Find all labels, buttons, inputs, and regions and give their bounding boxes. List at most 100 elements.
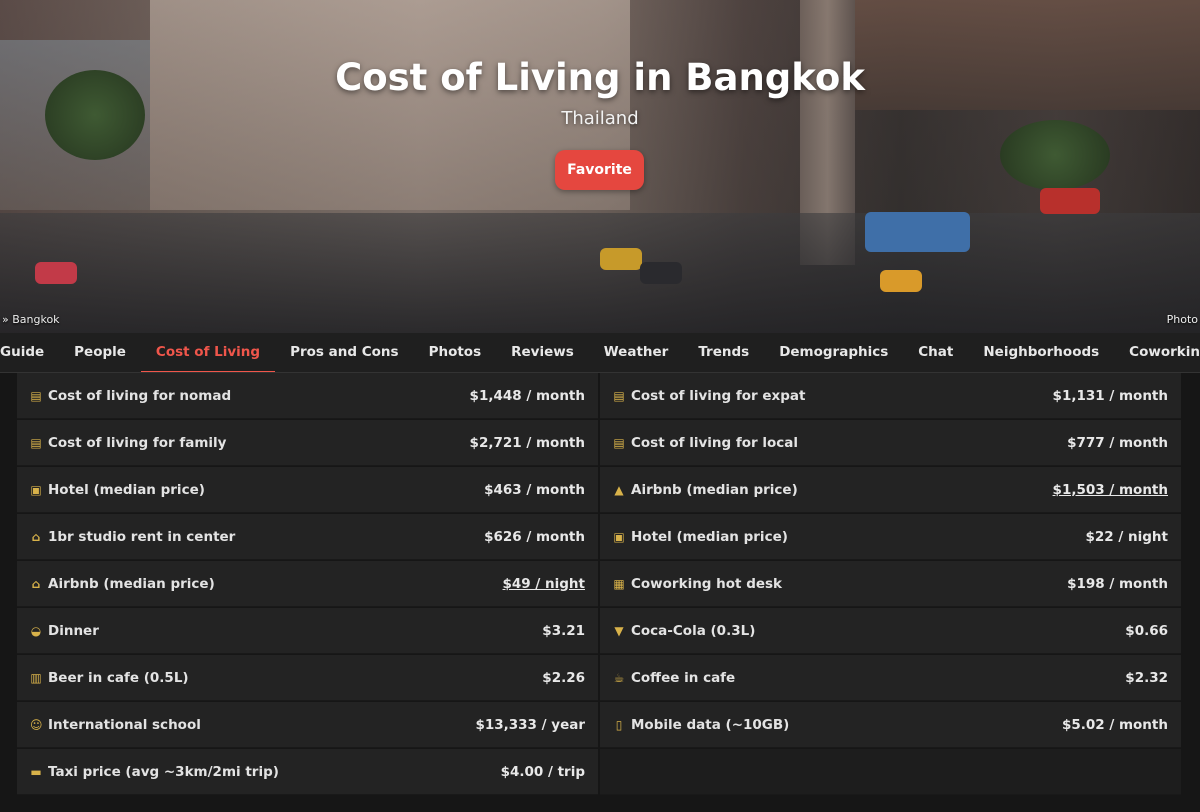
tab-weather[interactable]: Weather (589, 333, 684, 372)
cost-of-living-table: ▤ Cost of living for nomad $1,448 / month ▤… (17, 373, 1181, 796)
table-row: ▤ Cost of living for nomad $1,448 / month ▤… (17, 373, 1181, 420)
photo-location-caption[interactable]: » Bangkok (2, 313, 60, 326)
dinner-icon: ◒ (30, 623, 42, 638)
phone-icon: ▯ (615, 717, 623, 732)
table-row: ▤ Cost of living for family $2,721 / month… (17, 420, 1181, 467)
money-icon: ▤ (30, 388, 42, 403)
photo-credit-caption[interactable]: Photo (1167, 313, 1198, 326)
cost-label-text: Coffee in cafe (631, 669, 736, 686)
cost-label-text: Hotel (median price) (631, 528, 788, 545)
cost-label: ▯ Mobile data (~10GB) (613, 716, 790, 733)
tab-chat[interactable]: Chat (903, 333, 968, 372)
cost-row: ▯ Mobile data (~10GB) $5.02 / month (600, 702, 1181, 748)
hero-photo-road (0, 213, 1200, 333)
cost-row: ▤ Cost of living for family $2,721 / month (17, 420, 598, 466)
cost-label-text: Cost of living for family (48, 434, 227, 451)
tab-pros-and-cons[interactable]: Pros and Cons (275, 333, 413, 372)
cost-label: ▣ Hotel (median price) (30, 482, 205, 498)
cost-value[interactable]: $1,503 / month (1053, 482, 1168, 498)
tab-trends[interactable]: Trends (683, 333, 764, 372)
cost-row: ⌂ Airbnb (median price) $49 / night (17, 561, 598, 607)
tab-guide[interactable]: Guide (0, 333, 59, 372)
table-row: ⌂ 1br studio rent in center $626 / month ▣ H… (17, 514, 1181, 561)
cost-label-text: Coworking hot desk (631, 575, 783, 592)
hero-photo-car (880, 270, 922, 292)
cost-row: ▤ Cost of living for nomad $1,448 / month (17, 373, 598, 419)
cost-label: ☺ International school (30, 717, 201, 733)
cost-value: $2.32 (1125, 669, 1168, 686)
cost-value: $2,721 / month (469, 434, 585, 451)
cost-row: ▤ Cost of living for expat $1,131 / month (600, 373, 1181, 419)
house-icon: ⌂ (31, 576, 41, 591)
cost-label: ▣ Hotel (median price) (613, 529, 788, 545)
cost-row: ☺ International school $13,333 / year (17, 702, 598, 748)
cost-value: $198 / month (1067, 575, 1168, 592)
tab-demographics[interactable]: Demographics (764, 333, 903, 372)
hero-photo-car (600, 248, 642, 270)
hero-photo-tree (1000, 120, 1110, 190)
cost-label-text: International school (48, 716, 201, 733)
cost-row: ▣ Hotel (median price) $22 / night (600, 514, 1181, 560)
tab-people[interactable]: People (59, 333, 141, 372)
page-title: Cost of Living in Bangkok (335, 56, 865, 99)
cost-label: ⌂ 1br studio rent in center (30, 529, 236, 545)
table-row: ▥ Beer in cafe (0.5L) $2.26 ☕ Coffee in cafe… (17, 655, 1181, 702)
cost-row: ◒ Dinner $3.21 (17, 608, 598, 654)
cost-label-text: Cost of living for local (631, 434, 799, 451)
tab-reviews[interactable]: Reviews (496, 333, 589, 372)
tab-coworking[interactable]: Coworking (1114, 333, 1200, 372)
cost-label: ⌂ Airbnb (median price) (30, 576, 215, 592)
cost-label: ▲ Airbnb (median price) (613, 481, 798, 498)
cost-row: ▣ Hotel (median price) $463 / month (17, 467, 598, 513)
cost-label: ☕ Coffee in cafe (613, 669, 736, 686)
cost-value: $0.66 (1125, 622, 1168, 639)
cost-value: $463 / month (484, 481, 585, 498)
cost-label-text: Cost of living for expat (631, 387, 806, 404)
cost-row: ▼ Coca-Cola (0.3L) $0.66 (600, 608, 1181, 654)
cost-label: ▤ Cost of living for local (613, 435, 798, 451)
hero-photo-bus (865, 212, 970, 252)
tab-cost-of-living[interactable]: Cost of Living (140, 333, 276, 372)
favorite-button[interactable]: Favorite (555, 150, 644, 190)
soda-icon: ▼ (614, 623, 624, 638)
cost-value[interactable]: $49 / night (503, 576, 585, 592)
money-icon: ▤ (30, 435, 42, 450)
cost-row: ☕ Coffee in cafe $2.32 (600, 655, 1181, 701)
cost-value: $3.21 (542, 622, 585, 639)
table-row: ▬ Taxi price (avg ~3km/2mi trip) $4.00 / t… (17, 749, 1181, 796)
cost-label: ▼ Coca-Cola (0.3L) (613, 623, 755, 639)
cost-row: ▤ Cost of living for local $777 / month (600, 420, 1181, 466)
hero-photo-car (35, 262, 77, 284)
tab-neighborhoods[interactable]: Neighborhoods (968, 333, 1114, 372)
cost-label-text: Mobile data (~10GB) (631, 716, 790, 733)
cost-value: $626 / month (484, 528, 585, 545)
cost-value: $5.02 / month (1061, 716, 1168, 733)
table-row: ▣ Hotel (median price) $463 / month ▲ Airbnb… (17, 467, 1181, 514)
cost-label-text: Beer in cafe (0.5L) (48, 669, 189, 686)
cost-value: $777 / month (1067, 434, 1168, 451)
cost-value: $2.26 (542, 669, 585, 686)
hero-banner: Cost of Living in Bangkok Thailand Favor… (0, 0, 1200, 333)
cost-row: ⌂ 1br studio rent in center $626 / month (17, 514, 598, 560)
beer-icon: ▥ (30, 670, 42, 685)
cost-label-text: Airbnb (median price) (631, 481, 798, 498)
taxi-icon: ▬ (30, 764, 42, 779)
cost-row: ▬ Taxi price (avg ~3km/2mi trip) $4.00 / t… (17, 749, 598, 795)
cost-value: $22 / night (1085, 528, 1168, 545)
cost-label: ▬ Taxi price (avg ~3km/2mi trip) (30, 764, 279, 780)
cost-row: ▦ Coworking hot desk $198 / month (600, 561, 1181, 607)
cost-label-text: Hotel (median price) (48, 481, 205, 498)
hotel-icon: ▣ (613, 529, 625, 544)
cost-row: ▥ Beer in cafe (0.5L) $2.26 (17, 655, 598, 701)
cost-label-text: Taxi price (avg ~3km/2mi trip) (48, 763, 279, 780)
cost-label: ▥ Beer in cafe (0.5L) (30, 669, 189, 686)
cost-label-text: Cost of living for nomad (48, 387, 232, 404)
cost-value: $4.00 / trip (500, 763, 585, 780)
cost-value: $1,131 / month (1052, 387, 1168, 404)
cost-value: $13,333 / year (475, 716, 585, 733)
table-row: ☺ International school $13,333 / year ▯ Mobi… (17, 702, 1181, 749)
office-icon: ▦ (613, 576, 625, 591)
cost-label: ▤ Cost of living for family (30, 434, 227, 451)
money-icon: ▤ (613, 435, 625, 450)
tab-photos[interactable]: Photos (414, 333, 497, 372)
